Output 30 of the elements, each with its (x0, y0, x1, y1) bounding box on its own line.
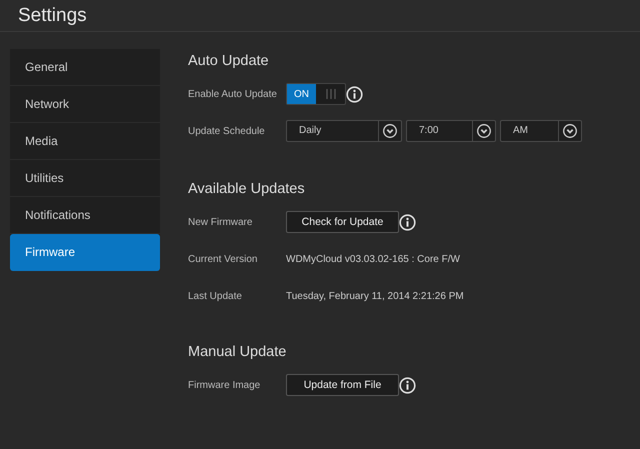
dropdown[interactable]: 7:00 (406, 120, 496, 142)
field-label: New Firmware (188, 216, 254, 228)
sidebar-item[interactable]: Utilities (10, 160, 160, 197)
section-heading: Manual Update (188, 343, 288, 362)
field-label: Current Version (188, 254, 258, 264)
field-value: Tuesday, February 11, 2014 2:21:26 PM (286, 290, 464, 302)
sidebar-item[interactable]: Firmware (10, 234, 160, 271)
chevron-down-icon (563, 124, 577, 138)
sidebar-item[interactable]: Network (10, 86, 160, 123)
field-value: WDMyCloud v03.03.02-165 : Core F/W (286, 254, 460, 264)
section-heading: Auto Update (188, 52, 270, 71)
chevron-down-icon (477, 124, 491, 138)
field-label: Enable Auto Update (188, 88, 278, 100)
info-icon[interactable] (346, 86, 363, 102)
dropdown[interactable]: AM (500, 120, 582, 142)
action-button[interactable]: Update from File (286, 374, 399, 396)
page-title: Settings (18, 4, 87, 26)
info-icon[interactable] (399, 376, 416, 394)
action-button[interactable]: Check for Update (286, 211, 399, 233)
sidebar-item[interactable]: General (10, 49, 160, 86)
field-label: Last Update (188, 290, 243, 302)
dropdown[interactable]: Daily (286, 120, 402, 142)
grip-icon (324, 89, 336, 99)
toggle-switch[interactable]: ON (286, 83, 346, 105)
chevron-down-icon (383, 124, 397, 138)
field-label: Firmware Image (188, 380, 262, 390)
field-label: Update Schedule (188, 126, 266, 136)
sidebar-item[interactable]: Media (10, 123, 160, 160)
info-icon[interactable] (399, 214, 416, 230)
section-heading: Available Updates (188, 180, 306, 199)
